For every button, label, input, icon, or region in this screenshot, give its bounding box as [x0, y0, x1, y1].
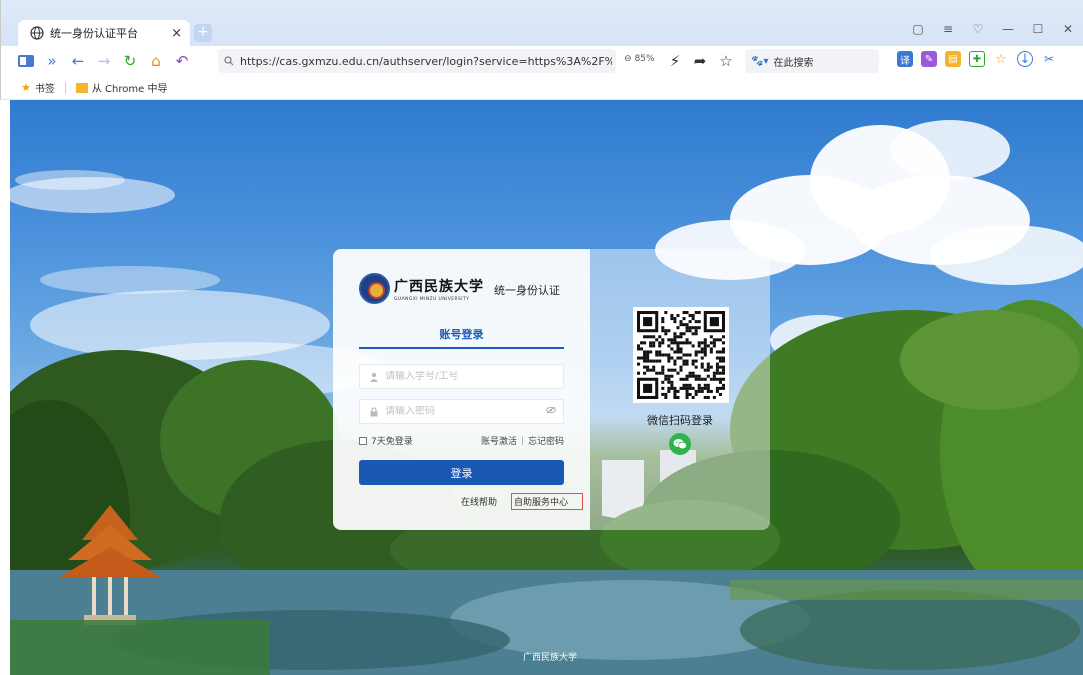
globe-icon	[30, 26, 44, 40]
star-icon: ★	[21, 81, 31, 94]
qr-code-image	[637, 311, 725, 399]
home-icon[interactable]: ⌂	[143, 48, 169, 74]
help-links: 在线帮助 自助服务中心	[461, 493, 584, 510]
url-text[interactable]: https://cas.gxmzu.edu.cn/authserver/logi…	[240, 55, 612, 68]
wechat-login-panel: 微信扫码登录	[590, 249, 770, 530]
browser-toolbar: » ← → ↻ ⌂ ↶ https://cas.gxmzu.edu.cn/aut…	[0, 46, 1083, 76]
puzzle-icon[interactable]: ✚	[969, 51, 985, 67]
share-icon[interactable]: ➦	[687, 48, 713, 74]
forgot-password-link[interactable]: 忘记密码	[528, 434, 564, 447]
university-name-en: GUANGXI MINZU UNIVERSITY	[394, 296, 470, 302]
tab-underline	[359, 347, 564, 349]
scissors-icon[interactable]: ✂	[1041, 51, 1057, 67]
university-name: 广西民族大学 GUANGXI MINZU UNIVERSITY	[394, 276, 484, 302]
notes-icon[interactable]: ▤	[945, 51, 961, 67]
bookmark-item-chrome-import[interactable]: 从 Chrome 中导	[75, 80, 168, 95]
back-arrow-icon[interactable]: ←	[65, 48, 91, 74]
link-divider	[521, 436, 523, 445]
university-name-cn: 广西民族大学	[394, 278, 484, 295]
online-help-link[interactable]: 在线帮助	[461, 495, 497, 508]
bookmark-label: 书签	[34, 84, 55, 95]
extension-icons: 译 ✎ ▤ ✚ ☆ ↓ ✂	[897, 51, 1057, 67]
qr-code	[633, 307, 729, 403]
self-service-center-link[interactable]: 自助服务中心	[511, 493, 584, 510]
favorite-star-icon[interactable]: ☆	[713, 48, 739, 74]
window-controls: ▢ ≡ ♡ — ☐ ✕	[903, 22, 1083, 36]
bookmark-star-icon[interactable]: ☆	[993, 51, 1009, 67]
folder-icon	[75, 82, 88, 93]
university-seal-icon	[359, 273, 390, 304]
password-field[interactable]	[359, 399, 564, 424]
browser-tab-bar: 统一身份认证平台 × + ▢ ≡ ♡ — ☐ ✕	[0, 0, 1083, 46]
remember-checkbox[interactable]	[359, 436, 367, 445]
wechat-icon[interactable]	[669, 433, 691, 455]
password-input[interactable]	[385, 406, 545, 417]
account-login-panel: 广西民族大学 GUANGXI MINZU UNIVERSITY 统一身份认证 账…	[333, 249, 590, 530]
double-chevron-icon[interactable]: »	[39, 48, 65, 74]
tab-title: 统一身份认证平台	[50, 27, 138, 40]
skin-icon[interactable]: ♡	[963, 22, 993, 36]
translate-icon[interactable]: 译	[897, 51, 913, 67]
search-placeholder: 在此搜索	[773, 57, 814, 69]
bookmark-label: 从 Chrome 中导	[91, 84, 168, 95]
username-field[interactable]	[359, 364, 564, 389]
reader-mode-icon[interactable]	[13, 48, 39, 74]
remember-label[interactable]: 7天免登录	[371, 434, 413, 447]
bookmarks-bar: ★ 书签 从 Chrome 中导	[0, 76, 1083, 100]
new-tab-button[interactable]: +	[194, 24, 212, 42]
tab-close-icon[interactable]: ×	[171, 26, 182, 41]
download-icon[interactable]: ↓	[1017, 51, 1033, 67]
paw-search-icon: 🐾▾	[751, 55, 769, 67]
login-button[interactable]: 登录	[359, 460, 564, 485]
username-input[interactable]	[385, 371, 545, 382]
bookmark-item-bookmarks[interactable]: ★ 书签	[21, 80, 55, 95]
tab-account-login[interactable]: 账号登录	[359, 326, 564, 342]
sidebar-toggle-icon[interactable]: ▢	[903, 22, 933, 36]
eye-slash-icon[interactable]	[546, 406, 556, 417]
forward-arrow-icon[interactable]: →	[91, 48, 117, 74]
activate-account-link[interactable]: 账号激活	[481, 434, 517, 447]
zoom-level: 85%	[634, 54, 655, 64]
undo-icon[interactable]: ↶	[169, 48, 195, 74]
zoom-icon: ⊖	[624, 54, 632, 64]
browser-tab[interactable]: 统一身份认证平台 ×	[18, 20, 190, 46]
lock-icon	[369, 406, 379, 417]
search-icon	[224, 56, 234, 66]
edit-icon[interactable]: ✎	[921, 51, 937, 67]
university-logo: 广西民族大学 GUANGXI MINZU UNIVERSITY	[359, 273, 484, 304]
address-bar[interactable]: https://cas.gxmzu.edu.cn/authserver/logi…	[218, 49, 616, 73]
user-icon	[369, 372, 379, 382]
menu-icon[interactable]: ≡	[933, 22, 963, 36]
window-close-icon[interactable]: ✕	[1053, 22, 1083, 36]
zoom-indicator[interactable]: ⊖ 85%	[624, 54, 655, 64]
system-title: 统一身份认证	[494, 284, 560, 297]
wechat-scan-text: 微信扫码登录	[647, 414, 713, 427]
login-options: 7天免登录 账号激活 忘记密码	[359, 434, 564, 447]
bookmark-separator	[64, 81, 66, 94]
login-card: 广西民族大学 GUANGXI MINZU UNIVERSITY 统一身份认证 账…	[333, 249, 770, 530]
maximize-icon[interactable]: ☐	[1023, 22, 1053, 36]
lightning-icon[interactable]: ⚡	[662, 48, 688, 74]
search-box[interactable]: 🐾▾ 在此搜索	[745, 49, 879, 73]
refresh-icon[interactable]: ↻	[117, 48, 143, 74]
footer-text: 广西民族大学	[523, 653, 578, 663]
minimize-icon[interactable]: —	[993, 22, 1023, 36]
